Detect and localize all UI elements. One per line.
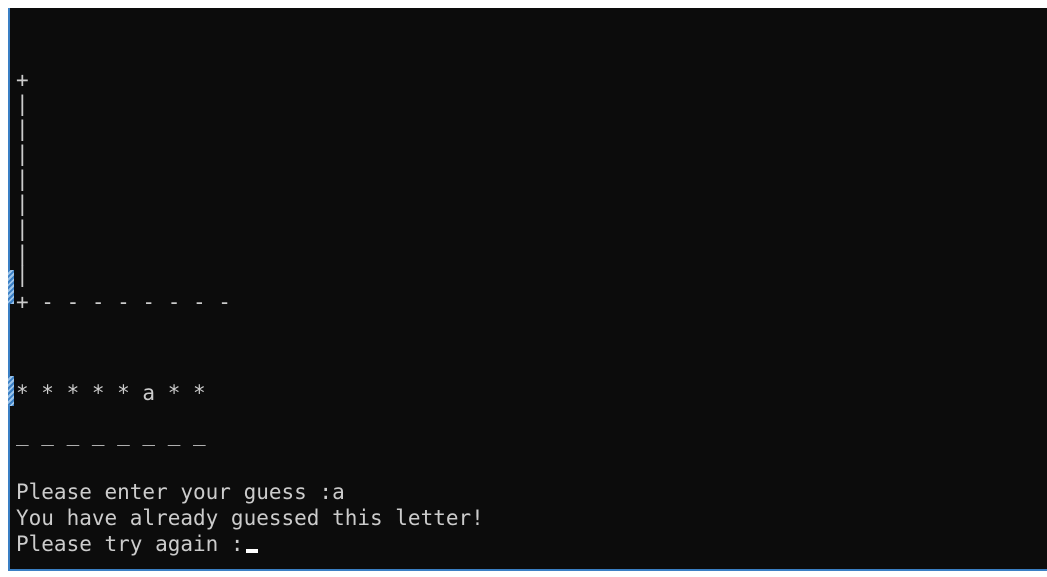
already-guessed-message: You have already guessed this letter! [16, 506, 484, 530]
gallows-pole-line: | [16, 92, 29, 116]
guess-prompt-line: Please enter your guess :a [16, 480, 345, 504]
word-mask: * * * * * a * * [16, 381, 206, 405]
gallows-top: + [16, 68, 29, 92]
gallows-pole-line: | [16, 192, 29, 216]
console-output-area[interactable]: + | | | | | | | | + - - - - - - - - * * … [8, 8, 1047, 571]
retry-prompt-text: Please try again : [16, 532, 244, 556]
word-underline: _ _ _ _ _ _ _ _ [16, 422, 206, 446]
gallows-pole-line: | [16, 263, 29, 287]
gallows-pole-line: | [16, 142, 29, 166]
gallows-base: + - - - - - - - - [16, 290, 231, 314]
retry-prompt-line[interactable]: Please try again : [16, 532, 258, 557]
gallows-pole-line: | [16, 167, 29, 191]
console-window: + | | | | | | | | + - - - - - - - - * * … [0, 0, 1047, 577]
gallows-pole-line: | [16, 217, 29, 241]
text-cursor [245, 549, 258, 553]
scroll-mark-indicator [8, 270, 14, 304]
window-bottom-edge [0, 571, 1047, 577]
scroll-mark-indicator [8, 376, 14, 406]
gallows-pole-line: | [16, 117, 29, 141]
